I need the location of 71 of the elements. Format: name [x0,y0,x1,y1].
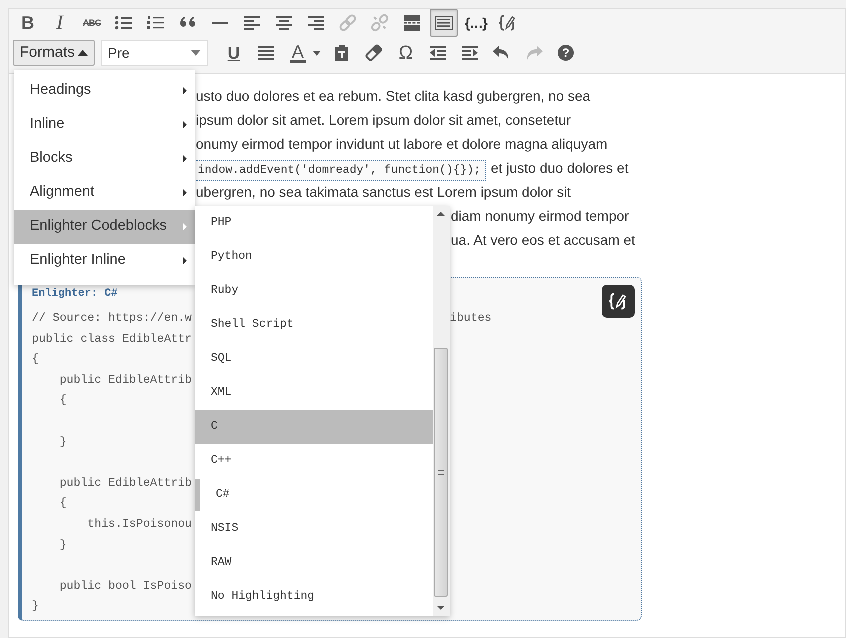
align-left-icon [242,13,262,33]
menu-item[interactable]: Shell Script [195,308,433,342]
scrollbar[interactable] [433,206,450,616]
menu-item[interactable]: Alignment [14,176,195,210]
underline-button[interactable]: U [220,39,248,67]
italic-button[interactable]: I [46,9,74,37]
menu-item[interactable]: C [195,410,433,444]
code-line: // Source: https://en.w [32,312,192,325]
menu-item[interactable]: Ruby [195,274,433,308]
code-line: public EdibleAttrib [58,476,192,490]
menu-item[interactable]: Blocks [14,142,195,176]
scroll-up-icon[interactable] [437,212,445,216]
code-edit-icon[interactable] [602,285,635,318]
menu-item[interactable]: XML [195,376,433,410]
caret-icon [313,50,321,56]
paragraph-text: usto duo dolores et ea rebum. Stet clita kasd gubergren, no sea [196,88,591,104]
menu-item[interactable]: Enlighter Inline [14,244,195,278]
grip-icon [438,470,444,475]
link-icon [338,13,358,33]
code-line: { [58,497,67,510]
code-button[interactable]: {…} [462,9,490,37]
code-line: { [58,394,67,408]
outdent-icon [428,43,448,63]
menu-item[interactable]: SQL [195,342,433,376]
code-line: public bool IsPoiso [58,580,192,593]
code-line: public EdibleAttrib [58,374,192,387]
align-center-icon [274,13,294,33]
strikethrough-button[interactable]: ABC [78,9,106,37]
menu-item[interactable]: No Highlighting [195,580,433,614]
menu-item[interactable]: Inline [14,108,195,142]
formats-button[interactable]: Formats [13,40,95,66]
code-line: } [32,600,39,614]
bold-button[interactable]: B [14,9,42,37]
menu-item[interactable]: C++ [195,444,433,478]
block-format-select[interactable]: Pre [101,40,208,66]
eraser-icon [364,43,384,63]
code-line: } [58,538,67,552]
scrollbar-thumb[interactable] [434,348,448,597]
menu-item[interactable]: Python [195,240,433,274]
horizontal-line-icon [212,22,228,24]
paragraph-text: ubergren, no sea takimata sanctus est Lorem ipsum dolor sit [196,184,572,200]
menu-item[interactable]: Headings [14,74,195,108]
broken-link-icon [370,13,390,33]
code-line: } [58,436,67,449]
indent-icon [460,43,480,63]
code-line: this.IsPoisonou [86,518,192,531]
menu-item[interactable]: PHP [195,206,433,240]
keyboard-icon [434,13,454,33]
paragraph-text: onumy eirmod tempor invidunt ut labore et dolore magna aliquyam [196,136,608,152]
text-color-button[interactable]: A [284,39,312,67]
help-button[interactable]: ? [552,39,580,67]
code-line: ibutes [450,311,492,327]
paragraph-text: diam nonumy eirmod tempor [451,208,630,224]
menu-item[interactable]: NSIS [195,512,433,546]
justify-icon [256,43,276,63]
code-block-title: Enlighter: C# [32,288,118,300]
special-character-button[interactable]: Ω [392,39,420,67]
braces-pencil-icon [498,13,518,33]
code-line: public class EdibleAttr [32,332,192,346]
inline-code: indow.addEvent('domready', function(){}); [196,160,486,181]
menu-item[interactable]: C# [195,478,433,512]
paragraph-text: et justo duo dolores et [490,160,629,176]
menu-item[interactable]: Enlighter Codeblocks [14,210,195,244]
toolbar-toggle-button[interactable] [430,9,458,37]
read-more-icon [402,13,422,33]
scroll-down-icon[interactable] [437,606,445,610]
paragraph-text: ua. At vero eos et accusam et [451,232,636,248]
menu-item[interactable]: RAW [195,546,433,580]
code-line: { [32,353,39,366]
paragraph-text: ipsum dolor sit amet. Lorem ipsum dolor sit amet, consetetur [196,112,572,128]
align-right-icon [306,13,326,33]
